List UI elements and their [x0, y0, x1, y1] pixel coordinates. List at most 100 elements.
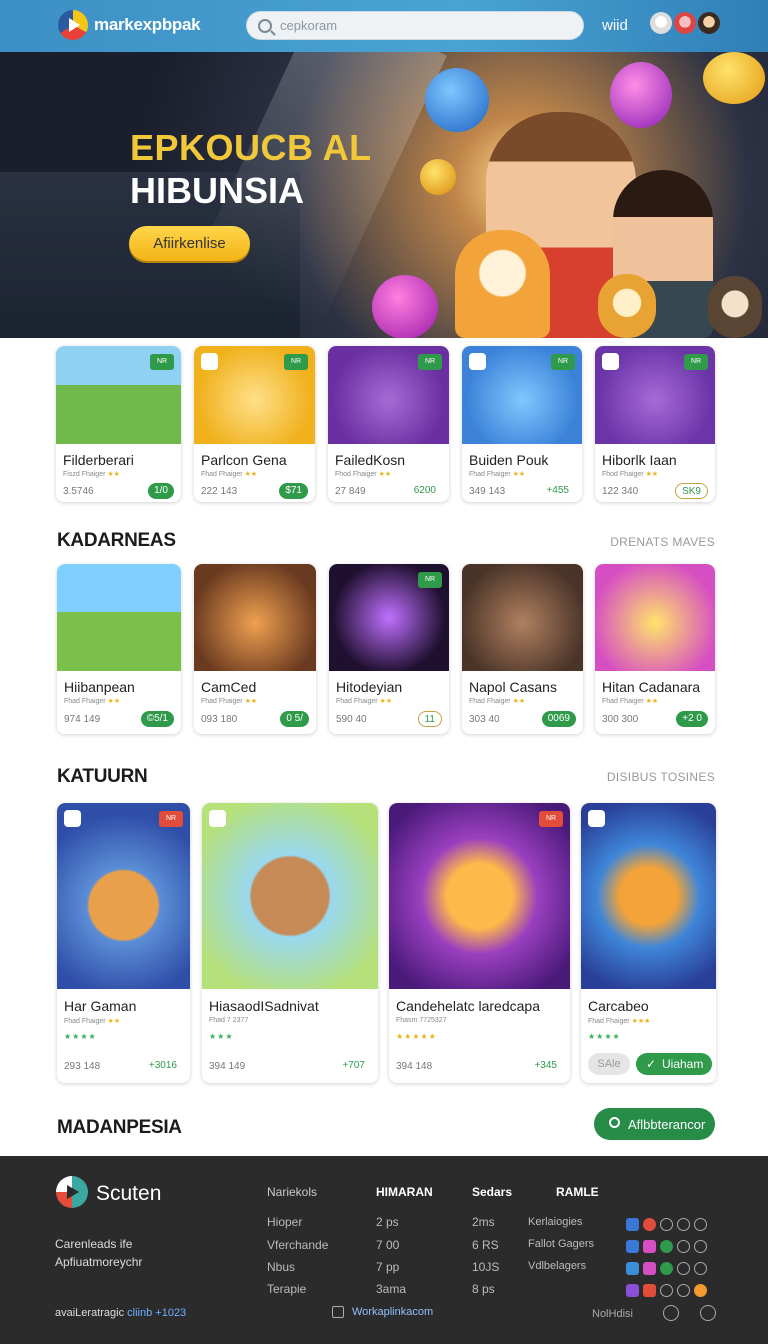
- featured-title[interactable]: HiasaodISadnivat: [209, 998, 319, 1014]
- game-card[interactable]: Hiibanpean Fhad Fhaiger ★★ 974 149 ©5/1: [57, 564, 181, 734]
- footer-link[interactable]: Fallot Gagers: [528, 1238, 594, 1250]
- clock-icon[interactable]: [660, 1284, 673, 1297]
- section-see-all-link[interactable]: DISIBUS TOSINES: [607, 770, 715, 784]
- featured-title[interactable]: Carcabeo: [588, 998, 649, 1014]
- search-bar[interactable]: [246, 11, 584, 40]
- footer-link[interactable]: Hioper: [267, 1215, 302, 1229]
- app-title[interactable]: Hiborlk Iaan: [602, 452, 677, 468]
- footer-link[interactable]: Vdlbelagers: [528, 1260, 586, 1272]
- clock-icon[interactable]: [660, 1218, 673, 1231]
- app-title[interactable]: Parlcon Gena: [201, 452, 287, 468]
- featured-card[interactable]: NR Har Gaman Fhad Fhaiger ★★ ★★★★ 293 14…: [57, 803, 190, 1083]
- app-card[interactable]: NR FailedKosn Fhod Fhaiger ★★ 27 849 620…: [328, 346, 449, 502]
- game-thumbnail[interactable]: [57, 564, 181, 671]
- clock-icon[interactable]: [677, 1262, 690, 1275]
- block-icon[interactable]: [643, 1218, 656, 1231]
- balloon-icon: [610, 62, 672, 128]
- heart-icon[interactable]: [643, 1240, 656, 1253]
- game-title[interactable]: Hitan Cadanara: [602, 679, 700, 695]
- brand-name[interactable]: markexpbpak: [94, 15, 201, 35]
- settings-icon[interactable]: [663, 1305, 679, 1321]
- game-price[interactable]: ©5/1: [140, 711, 174, 727]
- game-title[interactable]: Hiibanpean: [64, 679, 135, 695]
- footer-link[interactable]: Vferchande: [267, 1238, 328, 1252]
- featured-thumbnail[interactable]: [57, 803, 190, 989]
- app-title[interactable]: Filderberari: [63, 452, 134, 468]
- app-price[interactable]: 6200: [407, 483, 442, 499]
- avatar[interactable]: [650, 12, 672, 34]
- app-card[interactable]: NR Parlcon Gena Fhad Fhaiger ★★ 222 143 …: [194, 346, 315, 502]
- refresh-icon[interactable]: [660, 1240, 673, 1253]
- check-icon[interactable]: [626, 1240, 639, 1253]
- app-price[interactable]: 1/0: [148, 483, 174, 499]
- game-title[interactable]: CamCed: [201, 679, 256, 695]
- app-title[interactable]: Buiden Pouk: [469, 452, 548, 468]
- featured-card[interactable]: Carcabeo Fhad Fhaiger ★★★ ★★★★ SAle ✓ Ui…: [581, 803, 716, 1083]
- footer-link[interactable]: Kerlaiogies: [528, 1216, 582, 1228]
- user-label[interactable]: wiid: [602, 17, 628, 34]
- game-thumbnail[interactable]: [462, 564, 583, 671]
- footer-logo-icon[interactable]: [56, 1176, 88, 1208]
- game-price[interactable]: +2 0: [676, 711, 708, 727]
- game-card[interactable]: Hitan Cadanara Fhad Fhaiger ★★ 300 300 +…: [595, 564, 715, 734]
- game-downloads: 303 40: [469, 714, 500, 725]
- section-cta-button[interactable]: Aflbbterancor: [594, 1108, 715, 1140]
- globe-icon[interactable]: [660, 1262, 673, 1275]
- avatar[interactable]: [698, 12, 720, 34]
- featured-title[interactable]: Candehelatc laredcapa: [396, 998, 540, 1014]
- check-circle-icon[interactable]: [700, 1305, 716, 1321]
- app-logo-icon[interactable]: [58, 10, 88, 40]
- clock-icon[interactable]: [677, 1240, 690, 1253]
- game-card[interactable]: NR Hitodeyian Fhad Fhaiger ★★ 590 40 11: [329, 564, 449, 734]
- footer-brand[interactable]: Scuten: [96, 1182, 161, 1206]
- footer-site-link[interactable]: Workaplinkacom: [332, 1306, 433, 1319]
- game-card[interactable]: Napol Casans Fhad Fhaiger ★★ 303 40 0069: [462, 564, 583, 734]
- app-price[interactable]: SK9: [675, 483, 708, 499]
- game-thumbnail[interactable]: [595, 564, 715, 671]
- clock-icon[interactable]: [694, 1240, 707, 1253]
- game-price[interactable]: 11: [417, 711, 442, 727]
- download-button[interactable]: ✓ Uiaham: [636, 1053, 712, 1075]
- featured-card[interactable]: NR Candehelatc laredcapa Fhasm 7725327 ★…: [389, 803, 570, 1083]
- compass-icon[interactable]: [694, 1218, 707, 1231]
- app-card[interactable]: NR Buiden Pouk Fhad Fhaiger ★★ 349 143 +…: [462, 346, 582, 502]
- app-icon[interactable]: [626, 1284, 639, 1297]
- facebook-icon[interactable]: [626, 1218, 639, 1231]
- featured-price[interactable]: +345: [528, 1058, 563, 1074]
- app-title[interactable]: FailedKosn: [335, 452, 405, 468]
- clock-icon[interactable]: [677, 1218, 690, 1231]
- app-card[interactable]: NR Filderberari Fiszd Fhaiger ★★ 3.5746 …: [56, 346, 181, 502]
- featured-developer: Fhad 7 2377: [209, 1017, 249, 1024]
- section-see-all-link[interactable]: DRENATS MAVES: [610, 535, 715, 549]
- featured-thumbnail[interactable]: [389, 803, 570, 989]
- clock-icon[interactable]: [677, 1284, 690, 1297]
- game-thumbnail[interactable]: [194, 564, 316, 671]
- footer-value: 7 pp: [376, 1260, 400, 1274]
- game-card[interactable]: CamCed Fhad Fhaiger ★★ 093 180 0 5/: [194, 564, 316, 734]
- featured-price[interactable]: +707: [336, 1058, 371, 1074]
- hero-cta-button[interactable]: Afiirkenlise: [129, 226, 250, 261]
- play-icon[interactable]: [626, 1262, 639, 1275]
- featured-thumbnail[interactable]: [202, 803, 378, 989]
- copyright-link[interactable]: cliinb +1023: [127, 1307, 186, 1319]
- check-icon[interactable]: [643, 1284, 656, 1297]
- featured-thumbnail[interactable]: [581, 803, 716, 989]
- search-input[interactable]: [280, 18, 560, 33]
- heart-icon[interactable]: [643, 1262, 656, 1275]
- game-title[interactable]: Napol Casans: [469, 679, 557, 695]
- avatar-group[interactable]: [650, 12, 720, 34]
- footer-link[interactable]: Nbus: [267, 1260, 295, 1274]
- featured-title[interactable]: Har Gaman: [64, 998, 136, 1014]
- app-card[interactable]: NR Hiborlk Iaan Fhod Fhaiger ★★ 122 340 …: [595, 346, 715, 502]
- game-title[interactable]: Hitodeyian: [336, 679, 402, 695]
- wrench-icon[interactable]: [694, 1284, 707, 1297]
- game-price[interactable]: 0069: [541, 711, 576, 727]
- footer-link[interactable]: Terapie: [267, 1282, 306, 1296]
- featured-card[interactable]: HiasaodISadnivat Fhad 7 2377 ★★★ 394 149…: [202, 803, 378, 1083]
- clock-icon[interactable]: [694, 1262, 707, 1275]
- game-price[interactable]: 0 5/: [280, 711, 309, 727]
- featured-price[interactable]: +3016: [142, 1058, 183, 1074]
- app-price[interactable]: +455: [540, 483, 575, 499]
- avatar[interactable]: [674, 12, 696, 34]
- app-price[interactable]: $71: [279, 483, 308, 499]
